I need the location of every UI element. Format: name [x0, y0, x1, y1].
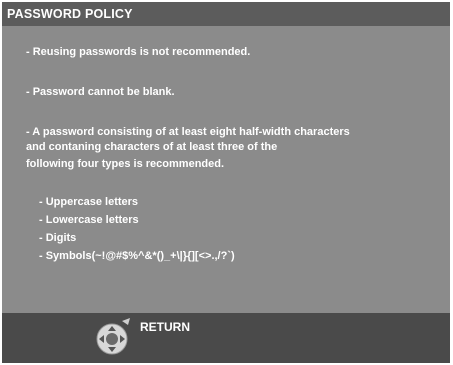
- rule-length-line-3: following four types is recommended.: [26, 158, 225, 170]
- policy-content: - Reusing passwords is not recommended. …: [2, 26, 450, 313]
- dialog-title: PASSWORD POLICY: [2, 2, 450, 26]
- rule-reuse: - Reusing passwords is not recommended.: [26, 46, 251, 58]
- rule-blank: - Password cannot be blank.: [26, 86, 175, 98]
- return-label: RETURN: [140, 320, 190, 334]
- type-symbols: - Symbols(~!@#$%^&*()_+\|}{][<>.,/?`): [39, 250, 235, 262]
- directional-pad-icon[interactable]: [94, 317, 130, 357]
- type-lowercase: - Lowercase letters: [39, 214, 139, 226]
- type-uppercase: - Uppercase letters: [39, 196, 139, 208]
- rule-length-line-1: - A password consisting of at least eigh…: [26, 126, 350, 138]
- footer-bar: RETURN: [2, 313, 450, 363]
- password-policy-dialog: PASSWORD POLICY - Reusing passwords is n…: [2, 2, 450, 363]
- type-digits: - Digits: [39, 232, 77, 244]
- rule-length-line-2: and contaning characters of at least thr…: [26, 141, 278, 153]
